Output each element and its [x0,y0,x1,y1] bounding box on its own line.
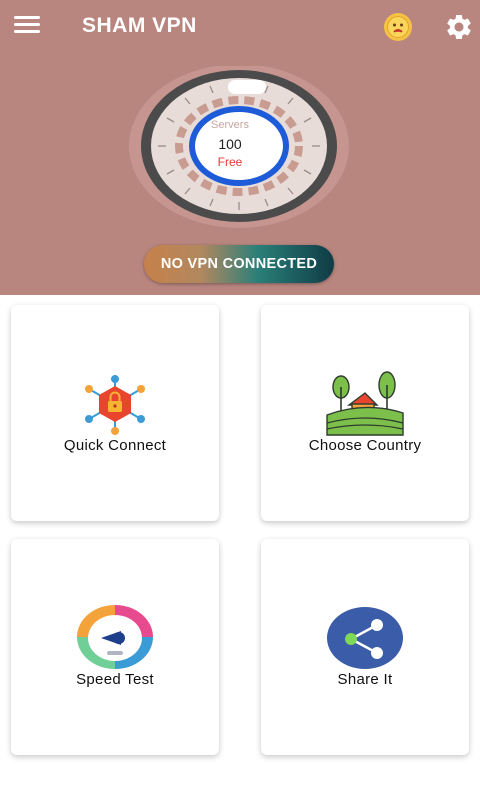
choose-country-card[interactable]: Choose Country [261,305,469,521]
farm-landscape-icon [326,371,404,436]
connection-status-button[interactable]: NO VPN CONNECTED [144,245,334,283]
choose-country-label: Choose Country [308,437,422,454]
app-header: SHAM VPN Servers 100 Free NO VPN CONNECT… [0,0,480,295]
quick-connect-card[interactable]: Quick Connect [11,305,219,521]
share-it-card[interactable]: Share It [261,539,469,755]
gauge-readout: Servers 100 Free [198,119,262,169]
servers-label: Servers [211,119,249,131]
share-icon [327,607,403,669]
quick-connect-label: Quick Connect [63,437,167,454]
share-it-label: Share It [337,671,393,688]
speedometer-icon [77,605,153,669]
servers-count: 100 [218,136,242,152]
servers-tier: Free [217,155,243,169]
lock-network-icon [85,375,145,435]
app-title: SHAM VPN [82,14,197,37]
sun-face-icon[interactable] [383,12,413,42]
speed-test-card[interactable]: Speed Test [11,539,219,755]
gear-icon[interactable] [444,12,474,42]
speed-test-label: Speed Test [76,671,154,688]
menu-button[interactable] [14,16,40,36]
